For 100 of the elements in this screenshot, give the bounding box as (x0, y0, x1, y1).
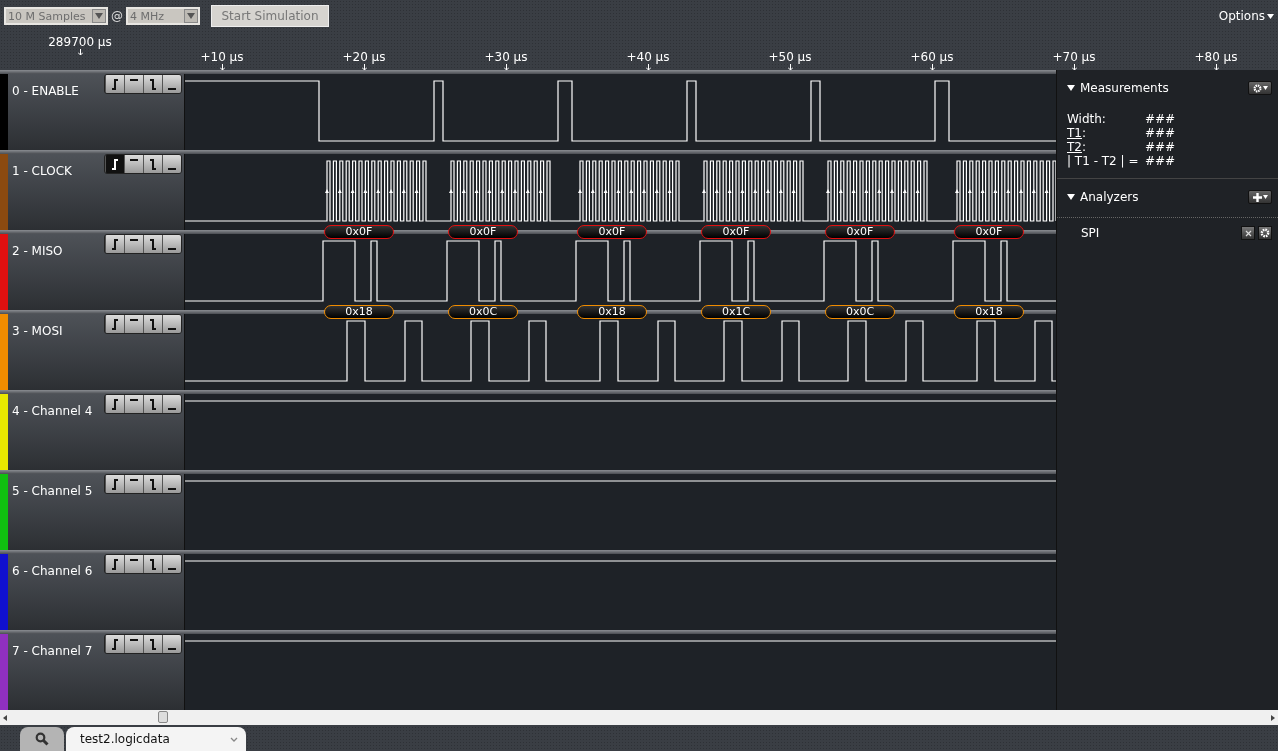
trigger-button[interactable] (124, 235, 143, 253)
trigger-button[interactable] (124, 155, 143, 173)
down-arrow-icon (645, 64, 651, 70)
falling-edge-icon (150, 398, 156, 410)
trigger-button[interactable] (105, 555, 124, 573)
close-icon (1244, 229, 1252, 237)
channel-name: 3 - MOSI (12, 324, 63, 340)
trigger-button[interactable] (105, 475, 124, 493)
trigger-button[interactable] (143, 75, 162, 93)
down-arrow-icon (361, 64, 367, 70)
measurement-label[interactable]: T1: (1067, 126, 1145, 140)
trigger-button[interactable] (162, 315, 181, 333)
decoded-value: 0x18 (324, 305, 394, 319)
decoded-value: 0x0F (825, 225, 895, 239)
rising-edge-icon (112, 318, 118, 330)
dropdown-caret-icon (95, 13, 103, 19)
decoded-value: 0x18 (577, 305, 647, 319)
channel-name: 4 - Channel 4 (12, 404, 93, 420)
trigger-button[interactable] (143, 155, 162, 173)
down-arrow-icon (1213, 64, 1219, 70)
gear-icon (1252, 83, 1262, 93)
channel-name: 2 - MISO (12, 244, 63, 260)
decoded-value: 0x0F (954, 225, 1024, 239)
down-arrow-icon (929, 64, 935, 70)
channel-name: 6 - Channel 6 (12, 564, 93, 580)
decoded-value: 0x0F (701, 225, 771, 239)
falling-edge-icon (150, 78, 156, 90)
collapse-triangle-icon[interactable] (1067, 194, 1075, 200)
trigger-button[interactable] (162, 155, 181, 173)
channel-name: 1 - CLOCK (12, 164, 72, 180)
trigger-button[interactable] (124, 475, 143, 493)
trigger-button[interactable] (162, 395, 181, 413)
trigger-button[interactable] (162, 75, 181, 93)
trigger-button[interactable] (143, 475, 162, 493)
trigger-button[interactable] (124, 635, 143, 653)
trigger-button[interactable] (143, 315, 162, 333)
down-arrow-icon (219, 64, 225, 70)
close-button[interactable] (1241, 226, 1255, 240)
trigger-button[interactable] (105, 635, 124, 653)
high-edge-icon (130, 398, 138, 401)
caret-icon (1262, 195, 1268, 199)
trigger-button[interactable] (124, 75, 143, 93)
down-arrow-icon (787, 64, 793, 70)
caret-icon (1267, 13, 1274, 19)
rising-edge-icon (112, 638, 118, 650)
time-tick: +40 µs (577, 50, 719, 70)
time-tick: +80 µs (1145, 50, 1278, 70)
trigger-button[interactable] (162, 555, 181, 573)
trigger-button[interactable] (105, 235, 124, 253)
decoded-value: 0x1C (701, 305, 771, 319)
rising-edge-icon (112, 238, 118, 250)
search-tab[interactable] (20, 727, 64, 751)
trigger-button[interactable] (124, 395, 143, 413)
high-edge-icon (130, 478, 138, 481)
trigger-button[interactable] (105, 75, 124, 93)
trigger-button[interactable] (143, 235, 162, 253)
trigger-button[interactable] (143, 395, 162, 413)
search-icon (35, 732, 49, 746)
low-edge-icon (168, 487, 176, 490)
high-edge-icon (130, 158, 138, 161)
falling-edge-icon (150, 158, 156, 170)
measurement-label: Width: (1067, 112, 1107, 126)
file-tab[interactable]: test2.logicdata (66, 727, 246, 751)
trigger-button[interactable] (124, 315, 143, 333)
high-edge-icon (130, 238, 138, 241)
settings-button[interactable] (1248, 81, 1272, 95)
trigger-button[interactable] (105, 315, 124, 333)
measurement-value: ### (1145, 112, 1177, 126)
trigger-button[interactable] (143, 635, 162, 653)
trigger-button[interactable] (124, 555, 143, 573)
channel-name: 5 - Channel 5 (12, 484, 93, 500)
gear-icon (1260, 228, 1270, 238)
falling-edge-icon (150, 478, 156, 490)
collapse-triangle-icon[interactable] (1067, 85, 1075, 91)
analyzer-name: SPI (1081, 226, 1100, 240)
trigger-button[interactable] (105, 395, 124, 413)
scrollbar-thumb[interactable] (158, 711, 168, 723)
options-menu[interactable]: Options (1218, 9, 1274, 23)
cursor-time-marker: 289700 µs (40, 35, 120, 55)
high-edge-icon (130, 638, 138, 641)
low-edge-icon (168, 87, 176, 90)
trigger-button[interactable] (105, 155, 124, 173)
analyzers-title: Analyzers (1080, 190, 1139, 204)
horizontal-scrollbar[interactable] (0, 710, 1278, 725)
high-edge-icon (130, 318, 138, 321)
trigger-button[interactable] (162, 635, 181, 653)
trigger-button[interactable] (162, 235, 181, 253)
low-edge-icon (168, 167, 176, 170)
trigger-button[interactable] (143, 555, 162, 573)
decoded-value: 0x0C (448, 305, 518, 319)
measurement-value: ### (1145, 140, 1177, 154)
trigger-button[interactable] (162, 475, 181, 493)
add-analyzer-button[interactable] (1248, 190, 1272, 204)
rising-edge-icon (112, 478, 118, 490)
settings-button[interactable] (1258, 226, 1272, 240)
rising-edge-icon (112, 78, 118, 90)
time-tick: +70 µs (1003, 50, 1145, 70)
dropdown-caret-icon (187, 13, 195, 19)
falling-edge-icon (150, 238, 156, 250)
measurement-label[interactable]: T2: (1067, 140, 1145, 154)
